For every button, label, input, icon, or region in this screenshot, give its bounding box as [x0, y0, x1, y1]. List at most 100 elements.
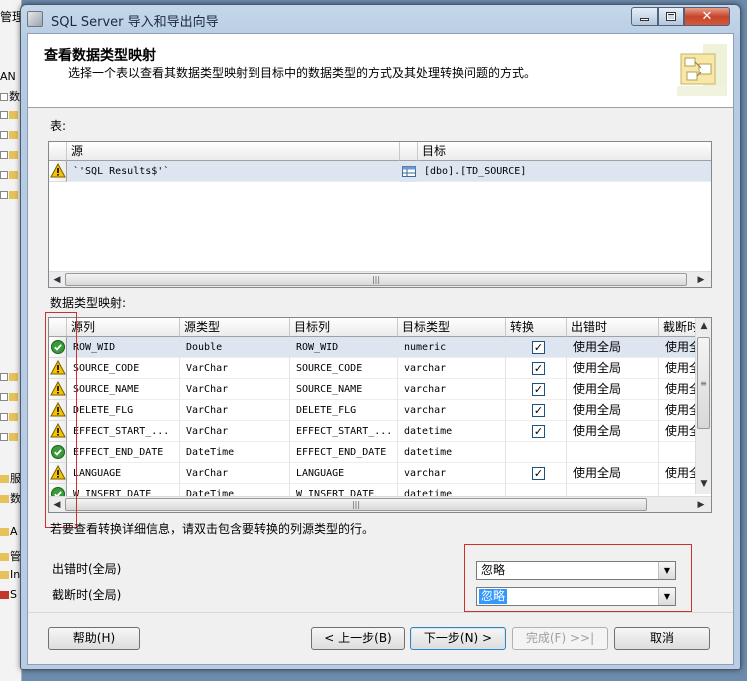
scroll-right-icon[interactable]: ▶: [693, 272, 709, 287]
on-error-cell[interactable]: 使用全局: [567, 400, 659, 421]
convert-checkbox[interactable]: ✓: [532, 383, 545, 396]
scroll-right-icon[interactable]: ▶: [693, 497, 709, 512]
table-row[interactable]: SOURCE_NAME VarChar SOURCE_NAME varchar 使用全局…: [49, 379, 711, 400]
target-table-cell: [dbo].[TD_SOURCE]: [418, 161, 711, 182]
column-header-on-error[interactable]: 出错时: [567, 318, 659, 337]
target-type-cell: varchar: [398, 379, 506, 400]
column-header-source-type[interactable]: 源类型: [180, 318, 290, 337]
title-bar[interactable]: SQL Server 导入和导出向导 ✕: [21, 5, 740, 33]
tables-horizontal-scrollbar[interactable]: ◀ ||| ▶: [49, 271, 711, 287]
convert-cell[interactable]: ✓: [506, 463, 567, 484]
on-truncate-global-select[interactable]: 忽略 ▼: [476, 587, 676, 606]
mapping-horizontal-scrollbar[interactable]: ◀ ||| ▶: [49, 496, 711, 512]
back-button[interactable]: < 上一步(B): [311, 627, 405, 650]
page-description: 选择一个表以查看其数据类型映射到目标中的数据类型的方式及其处理转换问题的方式。: [68, 66, 537, 80]
on-error-cell[interactable]: 使用全局: [567, 379, 659, 400]
next-button[interactable]: 下一步(N) >: [410, 627, 506, 650]
target-column-cell: EFFECT_START_...: [290, 421, 398, 442]
source-column-cell: SOURCE_NAME: [67, 379, 180, 400]
finish-button[interactable]: 完成(F) >>|: [512, 627, 608, 650]
target-type-cell: varchar: [398, 358, 506, 379]
source-type-cell: DateTime: [180, 442, 290, 463]
minimize-icon: [640, 18, 649, 21]
target-column-cell: SOURCE_NAME: [290, 379, 398, 400]
button-separator: [28, 612, 733, 613]
table-row[interactable]: ROW_WID Double ROW_WID numeric 使用全局 使用全局 ✓: [49, 337, 711, 358]
page-title: 查看数据类型映射: [44, 48, 156, 64]
background-tree-label: AN: [0, 70, 16, 83]
column-header-target-type[interactable]: 目标类型: [398, 318, 506, 337]
scroll-up-icon[interactable]: ▲: [696, 318, 711, 334]
convert-checkbox[interactable]: ✓: [532, 362, 545, 375]
source-type-cell: VarChar: [180, 400, 290, 421]
source-column-cell: EFFECT_START_...: [67, 421, 180, 442]
table-row[interactable]: `'SQL Results$'` [dbo].[TD_SOURCE]: [49, 161, 711, 182]
convert-checkbox[interactable]: ✓: [532, 425, 545, 438]
source-type-cell: VarChar: [180, 358, 290, 379]
mapping-grid[interactable]: 源列 源类型 目标列 目标类型 转换 出错时 截断时 ROW_WID Double…: [48, 317, 712, 513]
target-column-cell: LANGUAGE: [290, 463, 398, 484]
on-error-cell[interactable]: [567, 442, 659, 463]
source-type-cell: VarChar: [180, 421, 290, 442]
on-error-cell[interactable]: 使用全局: [567, 421, 659, 442]
column-header-spacer: [400, 142, 418, 161]
source-type-cell: Double: [180, 337, 290, 358]
chevron-down-icon[interactable]: ▼: [658, 562, 675, 579]
mapping-vertical-scrollbar[interactable]: ▲ ≡ ▼: [695, 318, 711, 494]
scroll-thumb[interactable]: ≡: [697, 337, 710, 429]
convert-cell[interactable]: [506, 442, 567, 463]
source-type-cell: VarChar: [180, 379, 290, 400]
convert-checkbox[interactable]: ✓: [532, 467, 545, 480]
on-error-cell[interactable]: 使用全局: [567, 463, 659, 484]
maximize-button[interactable]: [658, 7, 684, 26]
column-header-source[interactable]: 源: [67, 142, 400, 161]
convert-cell[interactable]: ✓: [506, 337, 567, 358]
column-header-target-column[interactable]: 目标列: [290, 318, 398, 337]
column-header-source-column[interactable]: 源列: [67, 318, 180, 337]
cancel-button[interactable]: 取消: [614, 627, 710, 650]
chevron-down-icon[interactable]: ▼: [658, 588, 675, 605]
on-truncate-global-label: 截断时(全局): [52, 588, 122, 602]
table-row[interactable]: SOURCE_CODE VarChar SOURCE_CODE varchar 使用全局…: [49, 358, 711, 379]
close-button[interactable]: ✕: [684, 7, 730, 26]
annotation-box: [45, 312, 77, 528]
source-column-cell: LANGUAGE: [67, 463, 180, 484]
target-type-cell: numeric: [398, 337, 506, 358]
background-app: 管理 AN 数 服 数 A 管 In S: [0, 0, 22, 681]
window-title: SQL Server 导入和导出向导: [51, 15, 219, 30]
target-type-cell: varchar: [398, 400, 506, 421]
minimize-button[interactable]: [631, 7, 658, 26]
convert-cell[interactable]: ✓: [506, 400, 567, 421]
tables-label: 表:: [50, 119, 67, 133]
background-tree-item: [0, 148, 21, 166]
background-tree-item: [0, 108, 21, 126]
scroll-thumb[interactable]: |||: [65, 273, 687, 286]
convert-cell[interactable]: ✓: [506, 358, 567, 379]
on-error-cell[interactable]: 使用全局: [567, 337, 659, 358]
column-header-target[interactable]: 目标: [418, 142, 711, 161]
convert-cell[interactable]: ✓: [506, 379, 567, 400]
on-error-global-select[interactable]: 忽略 ▼: [476, 561, 676, 580]
target-column-cell: SOURCE_CODE: [290, 358, 398, 379]
source-column-cell: EFFECT_END_DATE: [67, 442, 180, 463]
convert-checkbox[interactable]: ✓: [532, 404, 545, 417]
help-button[interactable]: 帮助(H): [48, 627, 140, 650]
scroll-left-icon[interactable]: ◀: [49, 272, 65, 287]
background-tree-item: 服: [0, 470, 21, 488]
row-header-corner: [49, 142, 67, 161]
table-row[interactable]: EFFECT_START_... VarChar EFFECT_START_... d…: [49, 421, 711, 442]
table-row[interactable]: EFFECT_END_DATE DateTime EFFECT_END_DATE da…: [49, 442, 711, 463]
scroll-thumb[interactable]: |||: [65, 498, 647, 511]
table-row[interactable]: LANGUAGE VarChar LANGUAGE varchar 使用全局 使用全局 ✓: [49, 463, 711, 484]
convert-cell[interactable]: ✓: [506, 421, 567, 442]
table-icon: [402, 166, 416, 177]
background-app-title: 管理: [0, 10, 22, 24]
table-row[interactable]: DELETE_FLG VarChar DELETE_FLG varchar 使用全局 使用…: [49, 400, 711, 421]
convert-checkbox[interactable]: ✓: [532, 341, 545, 354]
on-error-cell[interactable]: 使用全局: [567, 358, 659, 379]
tables-grid[interactable]: 源 目标 `'SQL Results$'` [dbo].[TD_SOURCE]: [48, 141, 712, 288]
background-tree-item: [0, 128, 21, 146]
scroll-down-icon[interactable]: ▼: [696, 476, 711, 492]
source-column-cell: ROW_WID: [67, 337, 180, 358]
column-header-convert[interactable]: 转换: [506, 318, 567, 337]
